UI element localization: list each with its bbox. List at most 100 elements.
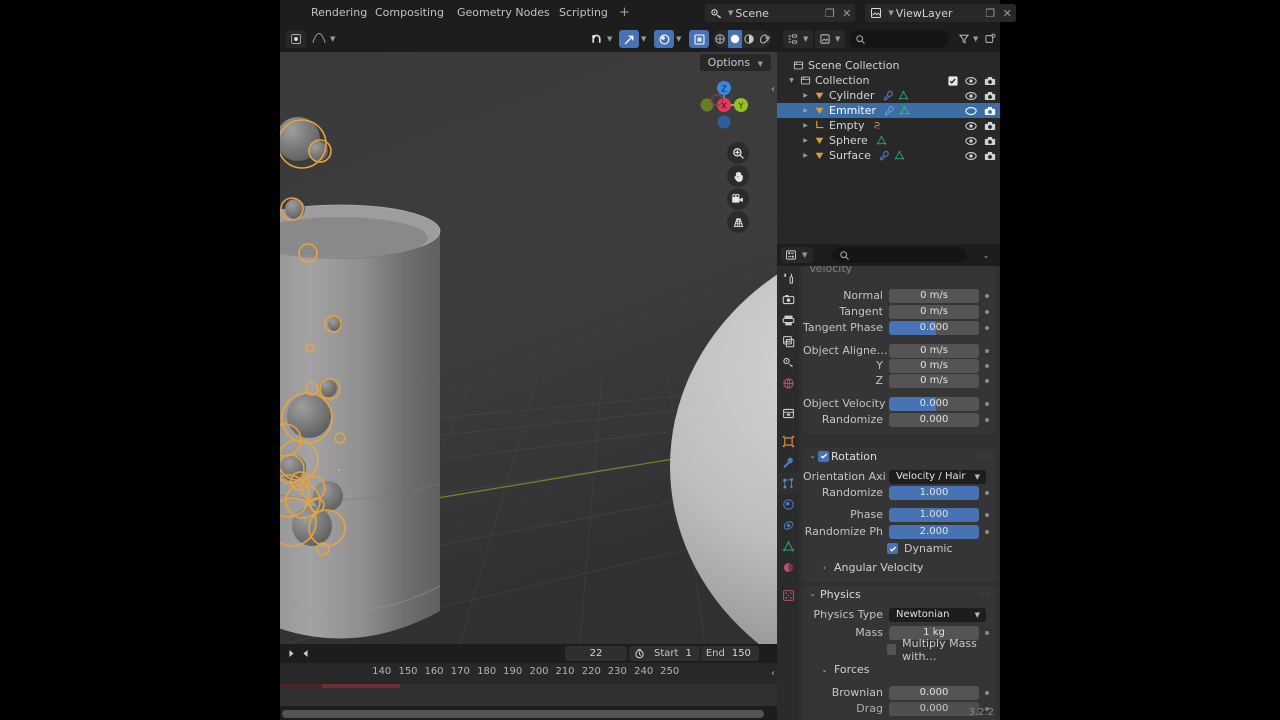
viewport-options-button[interactable]: Options ▼	[699, 54, 771, 71]
navigation-gizmo[interactable]: Z Y X	[693, 74, 755, 136]
physics-panel[interactable]: ⌄ Physics :::: Physics Type Newtonian ▼ …	[803, 586, 996, 720]
animate-property-dot[interactable]	[985, 378, 989, 383]
properties-tab-output[interactable]	[777, 310, 799, 331]
outliner-tree[interactable]: Scene Collection ▼ Collection ▶ Cylinder…	[777, 52, 1000, 244]
properties-tab-object[interactable]	[777, 431, 799, 452]
scene-new-button[interactable]: ❐	[821, 4, 838, 22]
viewlayer-remove-button[interactable]: ✕	[999, 4, 1016, 22]
physics-panel-header[interactable]: ⌄ Physics ::::	[803, 586, 996, 602]
property-row-object-align-y[interactable]: Y 0 m/s	[803, 358, 996, 373]
shading-wireframe-icon[interactable]	[713, 30, 728, 48]
properties-tab-texture[interactable]	[777, 585, 799, 606]
animate-property-dot[interactable]	[985, 325, 989, 330]
workspace-tab-geometry-nodes[interactable]: Geometry Nodes	[448, 0, 559, 26]
disclosure-triangle[interactable]: ▶	[799, 137, 812, 144]
object-align-y-field[interactable]: 0 m/s	[889, 358, 979, 373]
outliner-new-collection-button[interactable]	[982, 30, 998, 48]
properties-search-field[interactable]	[832, 247, 967, 263]
snap-magnet-button[interactable]: ▼	[586, 30, 616, 48]
properties-tab-scene[interactable]	[777, 352, 799, 373]
proportional-falloff-button[interactable]: ▼	[309, 30, 339, 48]
pan-nav-button[interactable]	[727, 165, 749, 187]
properties-filter-chevron[interactable]: ⌄	[978, 247, 994, 263]
outliner-display-mode-button[interactable]: ▼	[783, 30, 813, 48]
viewlayer-name[interactable]: ViewLayer	[894, 7, 982, 20]
jump-to-end-button[interactable]	[298, 646, 312, 661]
camera-nav-button[interactable]	[727, 188, 749, 210]
chevron-down-icon[interactable]: ▼	[975, 611, 980, 619]
modifier-wrench-icon[interactable]	[879, 146, 890, 165]
disclosure-triangle[interactable]: ▶	[799, 107, 812, 114]
snap-options-chevron-down-icon[interactable]: ▼	[641, 35, 646, 43]
property-row-orientation-axis[interactable]: Orientation Axi Velocity / Hair ▼	[803, 469, 996, 484]
camera-render-icon[interactable]	[984, 146, 996, 165]
physics-panel-triangle[interactable]: ⌄	[807, 590, 818, 598]
snap-increment-button[interactable]	[619, 30, 639, 48]
end-frame-value[interactable]: 150	[730, 648, 759, 659]
outliner-row-data-icons[interactable]	[879, 146, 905, 165]
disclosure-triangle[interactable]: ▼	[785, 77, 798, 84]
rotation-enable-checkbox[interactable]	[818, 450, 829, 462]
snap-options-chevron[interactable]: ▼	[640, 30, 652, 48]
timeline-scrollbar-grip[interactable]	[768, 712, 773, 717]
eye-icon[interactable]	[965, 146, 977, 165]
outliner-filter-button[interactable]: ▼	[955, 30, 982, 48]
property-row-tangent[interactable]: Tangent 0 m/s	[803, 304, 996, 319]
options-chevron-down-icon[interactable]: ▼	[758, 60, 763, 68]
proportional-chevron-down-icon[interactable]: ▼	[676, 35, 681, 43]
properties-editor[interactable]: ▼ ⌄ Velocity Normal 0 m/s Tangent 0 m/s …	[777, 244, 1000, 720]
property-row-normal[interactable]: Normal 0 m/s	[803, 288, 996, 303]
shading-material-preview-icon[interactable]	[742, 30, 757, 48]
property-row-rotation-phase[interactable]: Phase 1.000	[803, 507, 996, 522]
property-row-object-align-x[interactable]: Object Aligne… 0 m/s	[803, 343, 996, 358]
brownian-field[interactable]: 0.000	[889, 685, 979, 700]
orthographic-nav-button[interactable]	[727, 211, 749, 233]
properties-tab-material[interactable]	[777, 557, 799, 578]
property-row-object-velocity[interactable]: Object Velocity 0.000	[803, 396, 996, 411]
falloff-chevron-down-icon[interactable]: ▼	[330, 35, 335, 43]
properties-tab-tool[interactable]	[777, 268, 799, 289]
timeline-ruler[interactable]: 140 150 160 170 180 190 200 210 220 230 240 250	[280, 663, 777, 684]
properties-tab-render[interactable]	[777, 289, 799, 310]
property-row-rotation-randomize[interactable]: Randomize 1.000	[803, 485, 996, 500]
viewlayer-new-button[interactable]: ❐	[982, 4, 999, 22]
panel-drag-grip[interactable]: ::::	[979, 591, 991, 598]
angular-velocity-subpanel-header[interactable]: › Angular Velocity	[819, 560, 923, 575]
shading-solid-icon[interactable]	[727, 30, 742, 48]
timeline-horizontal-scrollbar[interactable]	[282, 710, 764, 718]
properties-tab-data[interactable]	[777, 536, 799, 557]
animate-property-dot[interactable]	[985, 490, 989, 495]
animate-property-dot[interactable]	[985, 512, 989, 517]
angular-velocity-triangle[interactable]: ›	[819, 564, 830, 572]
mesh-data-icon[interactable]	[894, 146, 905, 165]
current-frame-field[interactable]: 22	[565, 646, 627, 661]
property-row-drag[interactable]: Drag 0.000	[803, 701, 996, 716]
multiply-mass-checkbox[interactable]	[887, 644, 897, 655]
properties-tab-view-layer[interactable]	[777, 331, 799, 352]
timeline-editor[interactable]: 22 Start 1 End 150 140 150 160 170 180 190 200…	[280, 644, 777, 720]
zoom-nav-button[interactable]	[727, 142, 749, 164]
panel-drag-grip[interactable]: ::::	[979, 453, 991, 460]
forces-subpanel-header[interactable]: ⌄ Forces	[819, 662, 870, 677]
property-row-object-align-z[interactable]: Z 0 m/s	[803, 373, 996, 388]
outliner-row-restrictions[interactable]	[965, 146, 996, 165]
scene-unlink-button[interactable]: ✕	[838, 4, 855, 22]
add-workspace-button[interactable]: +	[610, 0, 639, 26]
viewport-mode-button[interactable]	[286, 30, 306, 48]
animate-property-dot[interactable]	[985, 417, 989, 422]
rotation-phase-slider[interactable]: 1.000	[889, 507, 979, 522]
chevron-down-icon[interactable]: ▼	[975, 473, 980, 481]
frame-range-group[interactable]: Start 1 End 150	[629, 646, 759, 661]
dynamic-checkbox[interactable]	[887, 543, 898, 554]
shading-chevron[interactable]: ▼	[764, 30, 775, 48]
animate-property-dot[interactable]	[985, 293, 989, 298]
properties-tab-particles[interactable]	[777, 473, 799, 494]
workspace-tab-compositing[interactable]: Compositing	[366, 0, 453, 26]
velocity-panel[interactable]: Velocity Normal 0 m/s Tangent 0 m/s Tang…	[803, 266, 996, 434]
jump-to-start-button[interactable]	[284, 646, 298, 661]
outliner-display-chevron-down-icon[interactable]: ▼	[803, 35, 808, 43]
physics-type-dropdown[interactable]: Newtonian ▼	[889, 607, 986, 622]
auto-key-timer-icon[interactable]	[629, 648, 649, 659]
outliner-row-surface[interactable]: ▶ Surface	[777, 148, 1000, 163]
properties-editor-chevron-down-icon[interactable]: ▼	[802, 251, 807, 259]
